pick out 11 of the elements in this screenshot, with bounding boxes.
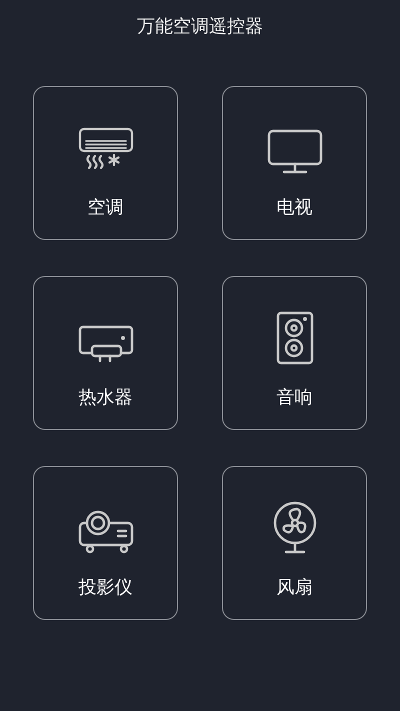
monitor-icon bbox=[266, 129, 322, 175]
projector-icon bbox=[78, 509, 134, 555]
device-card[interactable]: 空调 bbox=[33, 86, 178, 240]
page-title: 万能空调遥控器 bbox=[136, 16, 264, 38]
device-card[interactable]: 电视 bbox=[222, 86, 367, 240]
device-card[interactable]: 投影仪 bbox=[33, 466, 178, 620]
device-card[interactable]: 风扇 bbox=[222, 466, 367, 620]
speaker-icon bbox=[276, 311, 314, 365]
device-card[interactable]: 音响 bbox=[222, 276, 367, 430]
device-card[interactable]: 热水器 bbox=[33, 276, 178, 430]
water-heater-icon bbox=[78, 325, 134, 365]
